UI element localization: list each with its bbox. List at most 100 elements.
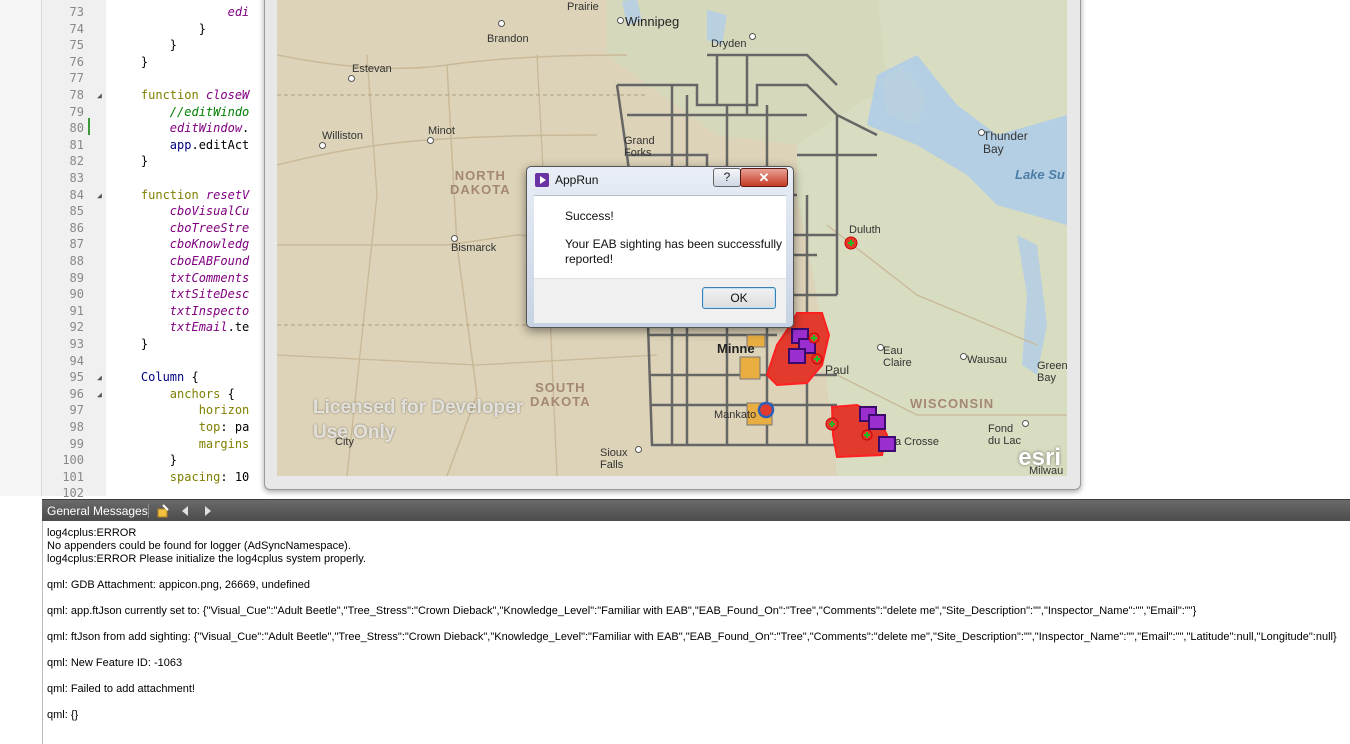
city-dryden: Dryden xyxy=(711,38,747,50)
toolbar-separator xyxy=(148,504,149,518)
message-line: log4cplus:ERROR Please initialize the lo… xyxy=(47,553,366,565)
message-body: Your EAB sighting has been successfully … xyxy=(565,237,783,266)
code-text: editWindow. xyxy=(169,121,250,136)
left-margin xyxy=(0,496,42,744)
state-label-north-dakota: NORTH DAKOTA xyxy=(450,168,511,197)
city-dot xyxy=(749,33,756,40)
code-text: txtSiteDesc xyxy=(169,287,250,302)
message-line: qml: ftJson from add sighting: {"Visual_… xyxy=(47,631,1337,643)
next-arrow-icon[interactable] xyxy=(200,503,216,519)
city-estevan: Estevan xyxy=(352,63,392,75)
code-text: spacing: 10 xyxy=(169,469,250,484)
code-text: } xyxy=(112,21,206,36)
previous-arrow-icon[interactable] xyxy=(177,503,193,519)
line-number: 82 xyxy=(69,154,84,169)
line-number: 85 xyxy=(69,204,84,219)
line-number: 90 xyxy=(69,287,84,302)
fold-toggle-icon[interactable]: ◢ xyxy=(97,386,107,403)
messages-output[interactable]: log4cplus:ERROR No appenders could be fo… xyxy=(42,521,1350,744)
line-number: 94 xyxy=(69,353,84,368)
line-number: 86 xyxy=(69,220,84,235)
help-button[interactable]: ? xyxy=(713,168,741,187)
messages-toolbar: General Messages xyxy=(42,499,1350,522)
license-watermark: Licensed for Developer Use Only xyxy=(313,395,523,445)
city-dot xyxy=(635,446,642,453)
line-number: 84 xyxy=(69,187,84,202)
code-text: Column { xyxy=(140,370,199,385)
fold-toggle-icon[interactable]: ◢ xyxy=(97,369,107,386)
change-marker xyxy=(88,118,90,135)
code-text: txtComments xyxy=(169,270,250,285)
code-text: txtInspecto xyxy=(169,303,250,318)
close-button[interactable]: ✕ xyxy=(740,168,788,187)
code-text: } xyxy=(112,453,178,468)
city-minneapolis: Minne xyxy=(717,341,755,356)
city-dot xyxy=(617,17,624,24)
city-winnipeg: Winnipeg xyxy=(625,14,680,29)
code-text: } xyxy=(112,337,149,351)
line-number: 75 xyxy=(69,38,84,53)
message-line: qml: GDB Attachment: appicon.png, 26669,… xyxy=(47,579,310,591)
city-portage: Prairie xyxy=(567,1,599,13)
code-text: cboVisualCu xyxy=(169,204,250,219)
code-text: cboEABFound xyxy=(169,254,250,268)
city-green-bay: Green Bay xyxy=(1037,360,1067,384)
dialog-footer: OK xyxy=(534,278,786,323)
line-number: 83 xyxy=(69,171,84,185)
messages-panel-title: General Messages xyxy=(47,504,148,518)
code-text: txtEmail.te xyxy=(169,320,250,335)
clear-messages-icon[interactable] xyxy=(155,503,171,519)
ok-button[interactable]: OK xyxy=(702,287,776,309)
line-number: 99 xyxy=(69,436,84,451)
city-dot xyxy=(877,344,884,351)
city-bismarck: Bismarck xyxy=(451,242,497,254)
code-text: } xyxy=(112,154,149,169)
line-number: 77 xyxy=(69,71,84,86)
fold-toggle-icon[interactable]: ◢ xyxy=(97,187,107,204)
city-wausau: Wausau xyxy=(967,354,1007,366)
code-text: horizon xyxy=(198,403,250,418)
line-number: 74 xyxy=(69,21,84,36)
city-dot xyxy=(427,137,434,144)
city-dot xyxy=(1022,420,1029,427)
line-number: 92 xyxy=(69,320,84,335)
city-brandon: Brandon xyxy=(487,33,529,45)
line-number: 76 xyxy=(69,54,84,69)
code-text: } xyxy=(112,54,149,69)
city-mankato: Mankato xyxy=(714,409,757,421)
apprun-icon xyxy=(535,173,549,187)
line-number: 73 xyxy=(69,5,84,19)
city-williston: Williston xyxy=(322,130,363,142)
line-number: 93 xyxy=(69,337,84,351)
message-line: qml: app.ftJson currently set to: {"Visu… xyxy=(47,605,1197,617)
city-dot xyxy=(348,75,355,82)
fold-toggle-icon[interactable]: ◢ xyxy=(97,87,107,104)
line-number: 80 xyxy=(69,121,84,136)
line-number: 79 xyxy=(69,104,84,119)
city-sioux-falls: Sioux Falls xyxy=(600,447,628,471)
line-number: 100 xyxy=(62,453,84,468)
city-grand-forks: Grand Forks xyxy=(624,135,655,159)
code-text: margins xyxy=(198,436,250,451)
message-line: log4cplus:ERROR xyxy=(47,527,137,539)
city-eau-claire: Eau Claire xyxy=(883,345,912,369)
line-number: 101 xyxy=(62,469,84,484)
code-text: app.editAct xyxy=(169,137,250,152)
code-text: //editWindo xyxy=(169,104,250,119)
city-dot xyxy=(960,353,967,360)
city-fond-du-lac: Fond du Lac xyxy=(988,423,1022,447)
code-text: function closeW xyxy=(140,88,250,102)
city-minot: Minot xyxy=(428,125,455,137)
success-dialog[interactable]: AppRun ? ✕ Success! Your EAB sighting ha… xyxy=(526,166,794,328)
code-text: } xyxy=(112,38,178,53)
city-thunder-bay: Thunder Bay xyxy=(983,129,1028,156)
dialog-body: Success! Your EAB sighting has been succ… xyxy=(534,195,786,278)
city-dot xyxy=(978,129,985,136)
line-number: 78 xyxy=(69,88,84,102)
code-text: top: pa xyxy=(198,420,250,434)
city-la-crosse: a Crosse xyxy=(895,436,940,448)
message-title: Success! xyxy=(565,209,614,223)
